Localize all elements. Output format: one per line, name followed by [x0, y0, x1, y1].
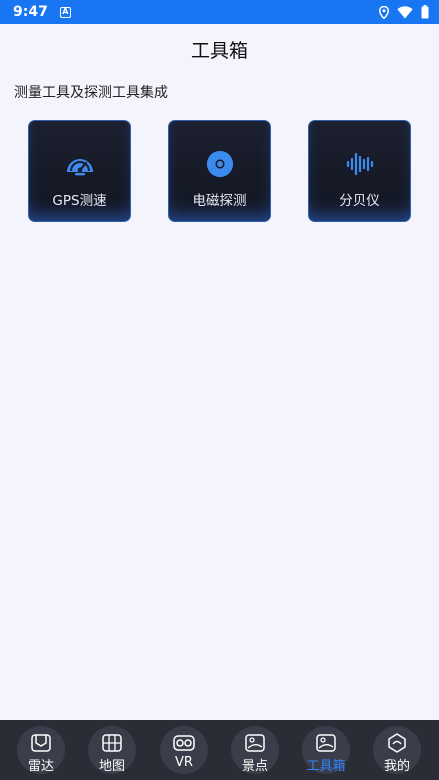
battery-icon [421, 5, 429, 19]
nav-item-map[interactable]: 地图 [88, 726, 136, 774]
bottom-nav: 雷达 地图 VR 景点 工具箱 我的 [0, 720, 439, 780]
radar-icon [31, 733, 51, 753]
profile-icon [387, 733, 407, 753]
gps-speed-label: GPS测速 [52, 193, 107, 209]
nav-label-radar: 雷达 [27, 759, 54, 774]
nav-item-toolbox[interactable]: 工具箱 [302, 726, 350, 774]
app-notification-icon: A [59, 6, 71, 18]
status-bar: 9:47 A [0, 0, 439, 24]
page-title: 工具箱 [190, 40, 248, 62]
status-icons [379, 5, 429, 19]
section-subtitle: 测量工具及探测工具集成 [14, 85, 168, 101]
nav-label-toolbox: 工具箱 [306, 759, 346, 774]
decibel-meter-label: 分贝仪 [339, 193, 380, 209]
toolbox-icon [316, 733, 336, 753]
emf-detect-label: 电磁探测 [192, 193, 247, 209]
decibel-meter-card[interactable]: 分贝仪 [308, 120, 411, 222]
scenery-icon [245, 733, 265, 753]
gps-speed-card[interactable]: GPS测速 [28, 120, 131, 222]
sound-wave-icon [345, 149, 375, 179]
emf-detect-card[interactable]: 电磁探测 [168, 120, 271, 222]
nav-item-vr[interactable]: VR [160, 726, 208, 774]
nav-label-vr: VR [175, 755, 193, 770]
wifi-icon [397, 5, 413, 18]
nav-item-scenic[interactable]: 景点 [231, 726, 279, 774]
nav-label-map: 地图 [98, 759, 125, 774]
radiation-icon [205, 149, 235, 179]
nav-label-mine: 我的 [383, 759, 410, 774]
nav-label-scenic: 景点 [241, 759, 268, 774]
status-time: 9:47 [13, 4, 48, 20]
location-icon [379, 5, 389, 19]
vr-glasses-icon [173, 733, 195, 753]
nav-item-mine[interactable]: 我的 [373, 726, 421, 774]
speedometer-icon [65, 149, 95, 179]
nav-item-radar[interactable]: 雷达 [17, 726, 65, 774]
map-icon [102, 733, 122, 753]
